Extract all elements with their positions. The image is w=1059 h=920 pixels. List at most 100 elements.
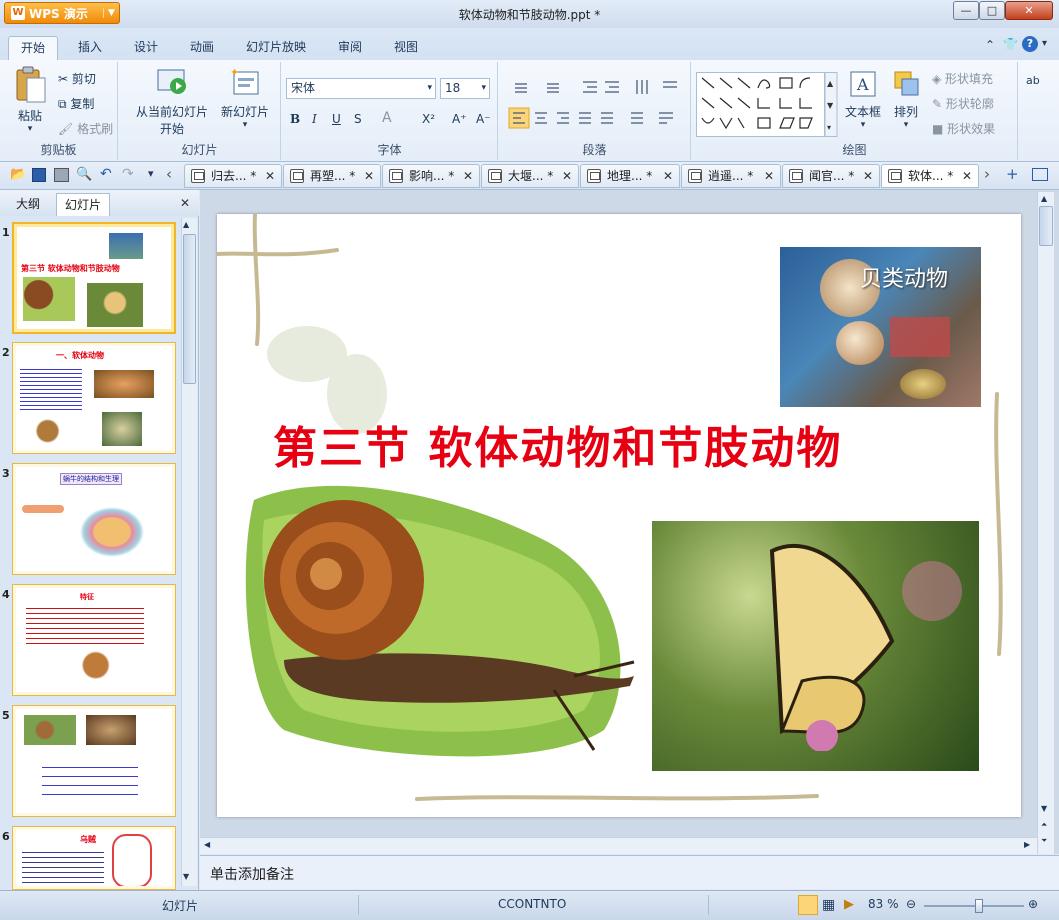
close-tab-icon[interactable]: ✕ xyxy=(663,165,673,187)
tab-insert[interactable]: 插入 xyxy=(66,36,114,60)
slide-vertical-scrollbar[interactable]: ▲ ▼ ⏶ ⏷ xyxy=(1037,192,1054,854)
thumbnail-scrollbar[interactable]: ▲ ▼ xyxy=(181,218,197,886)
grow-font-button[interactable]: A⁺ xyxy=(452,112,467,126)
doc-tab[interactable]: 归去... * ✕ xyxy=(184,164,282,188)
bold-button[interactable]: B xyxy=(290,112,300,126)
tab-design[interactable]: 设计 xyxy=(122,36,170,60)
cut-button[interactable]: ✂ 剪切 xyxy=(58,70,96,87)
help-icon[interactable]: ? xyxy=(1022,36,1038,52)
tab-review[interactable]: 审阅 xyxy=(326,36,374,60)
doc-tab[interactable]: 大堰... * ✕ xyxy=(481,164,579,188)
scroll-right-icon[interactable]: ▶ xyxy=(1024,840,1030,849)
zoom-slider-thumb[interactable] xyxy=(975,899,983,913)
tab-start[interactable]: 开始 xyxy=(8,36,59,60)
tab-outline[interactable]: 大纲 xyxy=(8,193,48,216)
paste-button[interactable]: 粘贴 ▾ xyxy=(8,66,52,134)
notes-pane[interactable]: 单击添加备注 xyxy=(200,855,1059,889)
zoom-slider[interactable] xyxy=(924,899,1024,913)
close-tab-icon[interactable]: ✕ xyxy=(863,165,873,187)
shapes-gallery[interactable]: ▲ ▼ ▾ xyxy=(696,72,838,138)
close-tab-icon[interactable]: ✕ xyxy=(463,165,473,187)
font-color-button[interactable]: A xyxy=(382,110,392,126)
tab-view[interactable]: 视图 xyxy=(382,36,430,60)
slide-sorter-icon[interactable]: ▦ xyxy=(822,897,835,913)
tab-slideshow[interactable]: 幻灯片放映 xyxy=(234,36,318,60)
slide-thumbnail[interactable] xyxy=(12,705,176,817)
slide-thumbnail[interactable]: 蜗牛的结构和生理 xyxy=(12,463,176,575)
new-slide-button[interactable]: ✦ 新幻灯片 ▾ xyxy=(217,66,273,130)
doc-tab[interactable]: 地理... * ✕ xyxy=(580,164,680,188)
shape-effect-button[interactable]: ■ 形状效果 xyxy=(932,120,995,137)
copy-button[interactable]: ⧉ 复制 xyxy=(58,95,94,112)
chevron-down-icon[interactable]: ▾ xyxy=(1042,38,1047,49)
scroll-up-icon[interactable]: ▲ xyxy=(1041,194,1047,203)
superscript-button[interactable]: X² xyxy=(422,112,435,126)
thumbnail-title: 乌贼 xyxy=(80,835,96,844)
doc-tab[interactable]: 影响... * ✕ xyxy=(382,164,480,188)
close-tab-icon[interactable]: ✕ xyxy=(364,165,374,187)
redo-icon[interactable]: ↷ xyxy=(122,166,134,182)
save-icon[interactable] xyxy=(32,168,46,182)
slide-thumbnail[interactable]: 乌贼 xyxy=(12,826,176,890)
slide-thumbnail[interactable]: 第三节 软体动物和节肢动物 xyxy=(12,222,176,334)
replace-button[interactable]: ab xyxy=(1026,74,1040,87)
new-slide-icon: ✦ xyxy=(230,66,259,95)
doc-tab[interactable]: 逍遥... * ✕ xyxy=(681,164,781,188)
zoom-out-button[interactable]: ⊖ xyxy=(906,897,916,911)
print-icon[interactable] xyxy=(54,168,69,182)
zoom-in-button[interactable]: ⊕ xyxy=(1028,897,1038,911)
minimize-button[interactable]: — xyxy=(953,1,979,20)
scroll-thumb[interactable] xyxy=(183,234,196,384)
slide-title[interactable]: 第三节 软体动物和节肢动物 xyxy=(273,412,842,476)
slide-thumbnail[interactable]: 特征 xyxy=(12,584,176,696)
close-tab-icon[interactable]: ✕ xyxy=(265,165,275,187)
underline-button[interactable]: U xyxy=(332,112,341,126)
scroll-thumb[interactable] xyxy=(1039,206,1053,246)
doc-tab-active[interactable]: 软体... * ✕ xyxy=(881,164,979,188)
arrange-button[interactable]: 排列 ▾ xyxy=(888,66,924,130)
font-size-select[interactable]: 18 ▾ xyxy=(440,78,490,99)
close-tab-icon[interactable]: ✕ xyxy=(962,165,972,187)
play-from-current-button[interactable]: 从当前幻灯片 开始 xyxy=(127,66,217,137)
shirt-skin-icon[interactable]: 👕 xyxy=(1003,37,1018,51)
previous-slide-icon[interactable]: ⏶ xyxy=(1041,820,1047,830)
print-preview-icon[interactable]: 🔍 xyxy=(76,167,92,182)
scroll-down-icon[interactable]: ▼ xyxy=(183,872,189,881)
slide-horizontal-scrollbar[interactable]: ◀ ▶ xyxy=(200,837,1037,854)
normal-view-icon[interactable] xyxy=(798,895,818,915)
close-button[interactable]: ✕ xyxy=(1005,1,1053,20)
shrink-font-button[interactable]: A⁻ xyxy=(476,112,491,126)
close-tab-icon[interactable]: ✕ xyxy=(764,165,774,187)
shape-fill-button[interactable]: ◈ 形状填充 xyxy=(932,70,993,87)
format-painter-button[interactable]: 🖌 格式刷 xyxy=(58,120,113,137)
shadow-button[interactable]: S xyxy=(354,112,362,126)
tab-slides[interactable]: 幻灯片 xyxy=(56,193,111,216)
close-tab-icon[interactable]: ✕ xyxy=(562,165,572,187)
butterfly-wings xyxy=(769,544,895,751)
font-name-select[interactable]: 宋体 ▾ xyxy=(286,78,436,99)
close-pane-icon[interactable]: ✕ xyxy=(180,196,190,210)
next-slide-icon[interactable]: ⏷ xyxy=(1041,836,1047,846)
customize-toolbar-icon[interactable]: ▾ xyxy=(148,167,154,180)
slideshow-view-icon[interactable]: ▶ xyxy=(844,897,854,912)
undo-icon[interactable]: ↶ xyxy=(100,166,112,182)
scroll-tabs-left-icon[interactable]: ‹ xyxy=(166,165,172,183)
open-folder-icon[interactable]: 📂 xyxy=(10,167,26,182)
paragraph-tools[interactable] xyxy=(505,76,685,150)
scroll-left-icon[interactable]: ◀ xyxy=(204,840,210,849)
new-tab-icon[interactable]: + xyxy=(1006,165,1019,183)
doc-tab[interactable]: 闻官... * ✕ xyxy=(782,164,880,188)
tab-list-icon[interactable] xyxy=(1032,168,1048,181)
slide-thumbnail[interactable]: 一、软体动物 xyxy=(12,342,176,454)
scroll-tabs-right-icon[interactable]: › xyxy=(984,165,990,183)
collapse-ribbon-icon[interactable]: ⌃ xyxy=(985,38,995,52)
doc-tab[interactable]: 再塑... * ✕ xyxy=(283,164,381,188)
scroll-up-icon[interactable]: ▲ xyxy=(183,220,189,229)
current-slide[interactable]: 贝类动物 第三节 软体动物和节肢动物 xyxy=(217,214,1021,817)
scroll-down-icon[interactable]: ▼ xyxy=(1041,804,1047,813)
shape-outline-button[interactable]: ✎ 形状轮廓 xyxy=(932,95,994,112)
tab-animation[interactable]: 动画 xyxy=(178,36,226,60)
textbox-button[interactable]: A 文本框 ▾ xyxy=(842,66,884,130)
maximize-button[interactable]: □ xyxy=(979,1,1005,20)
italic-button[interactable]: I xyxy=(312,112,317,126)
